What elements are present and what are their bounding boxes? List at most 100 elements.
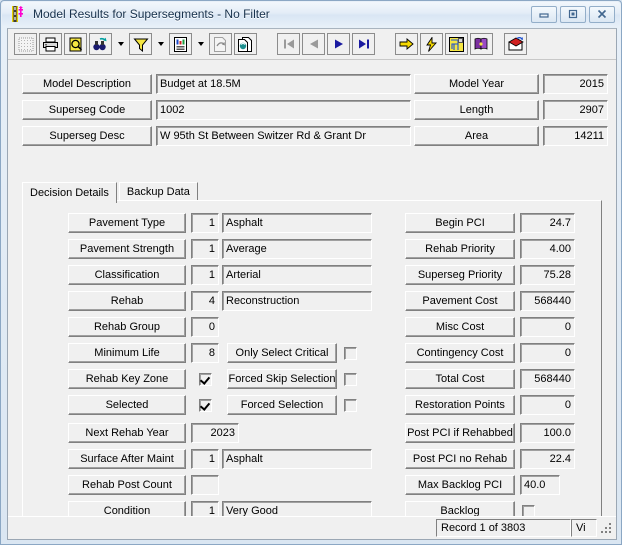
contingency-cost-label[interactable]: Contingency Cost bbox=[405, 343, 515, 363]
begin-pci-label[interactable]: Begin PCI bbox=[405, 213, 515, 233]
model-year-field[interactable]: 2015 bbox=[543, 74, 608, 94]
grid-button[interactable] bbox=[14, 33, 37, 55]
last-record-button[interactable] bbox=[352, 33, 375, 55]
post-pci-if-rehabbed-label[interactable]: Post PCI if Rehabbed bbox=[405, 423, 515, 443]
minimum-life-code[interactable]: 8 bbox=[191, 343, 219, 363]
superseg-code-field[interactable]: 1002 bbox=[156, 100, 411, 120]
surface-after-maint-label[interactable]: Surface After Maint bbox=[68, 449, 186, 469]
superseg-desc-field[interactable]: W 95th St Between Switzer Rd & Grant Dr bbox=[156, 126, 411, 146]
post-pci-if-rehabbed-row: Post PCI if Rehabbed 100.0 bbox=[405, 423, 575, 443]
pavement-type-code[interactable]: 1 bbox=[191, 213, 219, 233]
rehab-code[interactable]: 4 bbox=[191, 291, 219, 311]
misc-cost-label[interactable]: Misc Cost bbox=[405, 317, 515, 337]
rehab-group-code[interactable]: 0 bbox=[191, 317, 219, 337]
previous-record-button[interactable] bbox=[302, 33, 325, 55]
rehab-text[interactable]: Reconstruction bbox=[222, 291, 372, 311]
restoration-points-label[interactable]: Restoration Points bbox=[405, 395, 515, 415]
max-backlog-pci-row: Max Backlog PCI 40.0 bbox=[405, 475, 560, 495]
resize-grip[interactable] bbox=[599, 521, 613, 535]
length-label[interactable]: Length bbox=[414, 100, 539, 120]
model-description-field[interactable]: Budget at 18.5M bbox=[156, 74, 411, 94]
classification-code[interactable]: 1 bbox=[191, 265, 219, 285]
restoration-points-field[interactable]: 0 bbox=[520, 395, 575, 415]
chart-button[interactable] bbox=[504, 33, 527, 55]
superseg-priority-field[interactable]: 75.28 bbox=[520, 265, 575, 285]
rehab-key-zone-label[interactable]: Rehab Key Zone bbox=[68, 369, 186, 389]
length-field[interactable]: 2907 bbox=[543, 100, 608, 120]
filter-dropdown[interactable] bbox=[154, 33, 167, 55]
classification-text[interactable]: Arterial bbox=[222, 265, 372, 285]
rehab-post-count-label[interactable]: Rehab Post Count bbox=[68, 475, 186, 495]
contingency-cost-field[interactable]: 0 bbox=[520, 343, 575, 363]
pavement-type-text[interactable]: Asphalt bbox=[222, 213, 372, 233]
pavement-cost-label[interactable]: Pavement Cost bbox=[405, 291, 515, 311]
close-button[interactable] bbox=[589, 5, 615, 23]
total-cost-field[interactable]: 568440 bbox=[520, 369, 575, 389]
next-rehab-year-label[interactable]: Next Rehab Year bbox=[68, 423, 186, 443]
pavement-cost-field[interactable]: 568440 bbox=[520, 291, 575, 311]
run-button[interactable] bbox=[420, 33, 443, 55]
pavement-type-row: Pavement Type 1 Asphalt bbox=[68, 213, 372, 233]
model-year-label[interactable]: Model Year bbox=[414, 74, 539, 94]
selected-checkbox[interactable] bbox=[199, 398, 212, 412]
pavement-strength-code[interactable]: 1 bbox=[191, 239, 219, 259]
total-cost-row: Total Cost 568440 bbox=[405, 369, 575, 389]
map-button[interactable] bbox=[445, 33, 468, 55]
rehab-post-count-field[interactable] bbox=[191, 475, 219, 495]
report-button[interactable] bbox=[169, 33, 192, 55]
pavement-strength-label[interactable]: Pavement Strength bbox=[68, 239, 186, 259]
misc-cost-field[interactable]: 0 bbox=[520, 317, 575, 337]
classification-label[interactable]: Classification bbox=[68, 265, 186, 285]
tab-decision-details[interactable]: Decision Details bbox=[22, 182, 117, 203]
copy-button[interactable] bbox=[234, 33, 257, 55]
export-button[interactable] bbox=[209, 33, 232, 55]
max-backlog-pci-label[interactable]: Max Backlog PCI bbox=[405, 475, 515, 495]
forced-skip-selection-checkbox[interactable] bbox=[344, 372, 357, 386]
maximize-button[interactable] bbox=[560, 5, 586, 23]
post-pci-no-rehab-field[interactable]: 22.4 bbox=[520, 449, 575, 469]
area-field[interactable]: 14211 bbox=[543, 126, 608, 146]
print-button[interactable] bbox=[39, 33, 62, 55]
next-rehab-year-field[interactable]: 2023 bbox=[191, 423, 239, 443]
minimum-life-label[interactable]: Minimum Life bbox=[68, 343, 186, 363]
model-description-label[interactable]: Model Description bbox=[22, 74, 152, 94]
rehab-priority-field[interactable]: 4.00 bbox=[520, 239, 575, 259]
selected-label[interactable]: Selected bbox=[68, 395, 186, 415]
minimize-button[interactable] bbox=[531, 5, 557, 23]
rehab-group-label[interactable]: Rehab Group bbox=[68, 317, 186, 337]
rehab-key-zone-checkbox[interactable] bbox=[199, 372, 212, 386]
filter-button[interactable] bbox=[129, 33, 152, 55]
total-cost-label[interactable]: Total Cost bbox=[405, 369, 515, 389]
rehab-label[interactable]: Rehab bbox=[68, 291, 186, 311]
tab-backup-data[interactable]: Backup Data bbox=[118, 182, 198, 201]
first-record-button[interactable] bbox=[277, 33, 300, 55]
find-dropdown[interactable] bbox=[114, 33, 127, 55]
surface-after-maint-row: Surface After Maint 1 Asphalt bbox=[68, 449, 372, 469]
surface-after-maint-code[interactable]: 1 bbox=[191, 449, 219, 469]
find-button[interactable] bbox=[89, 33, 112, 55]
only-select-critical-checkbox[interactable] bbox=[344, 346, 357, 360]
print-preview-button[interactable] bbox=[64, 33, 87, 55]
max-backlog-pci-field[interactable]: 40.0 bbox=[520, 475, 560, 495]
post-pci-no-rehab-label[interactable]: Post PCI no Rehab bbox=[405, 449, 515, 469]
report-dropdown[interactable] bbox=[194, 33, 207, 55]
pavement-type-label[interactable]: Pavement Type bbox=[68, 213, 186, 233]
forced-selection-button[interactable]: Forced Selection bbox=[227, 395, 337, 415]
surface-after-maint-text[interactable]: Asphalt bbox=[222, 449, 372, 469]
post-pci-if-rehabbed-field[interactable]: 100.0 bbox=[520, 423, 575, 443]
only-select-critical-button[interactable]: Only Select Critical bbox=[227, 343, 337, 363]
next-record-button[interactable] bbox=[327, 33, 350, 55]
forced-selection-checkbox[interactable] bbox=[344, 398, 357, 412]
title-bar[interactable]: Model Results for Supersegments - No Fil… bbox=[2, 2, 620, 26]
area-label[interactable]: Area bbox=[414, 126, 539, 146]
forced-skip-selection-button[interactable]: Forced Skip Selection bbox=[227, 369, 337, 389]
help-book-button[interactable] bbox=[470, 33, 493, 55]
pavement-strength-text[interactable]: Average bbox=[222, 239, 372, 259]
goto-button[interactable] bbox=[395, 33, 418, 55]
toolbar bbox=[8, 29, 616, 60]
superseg-code-label[interactable]: Superseg Code bbox=[22, 100, 152, 120]
superseg-priority-label[interactable]: Superseg Priority bbox=[405, 265, 515, 285]
superseg-desc-label[interactable]: Superseg Desc bbox=[22, 126, 152, 146]
begin-pci-field[interactable]: 24.7 bbox=[520, 213, 575, 233]
rehab-priority-label[interactable]: Rehab Priority bbox=[405, 239, 515, 259]
